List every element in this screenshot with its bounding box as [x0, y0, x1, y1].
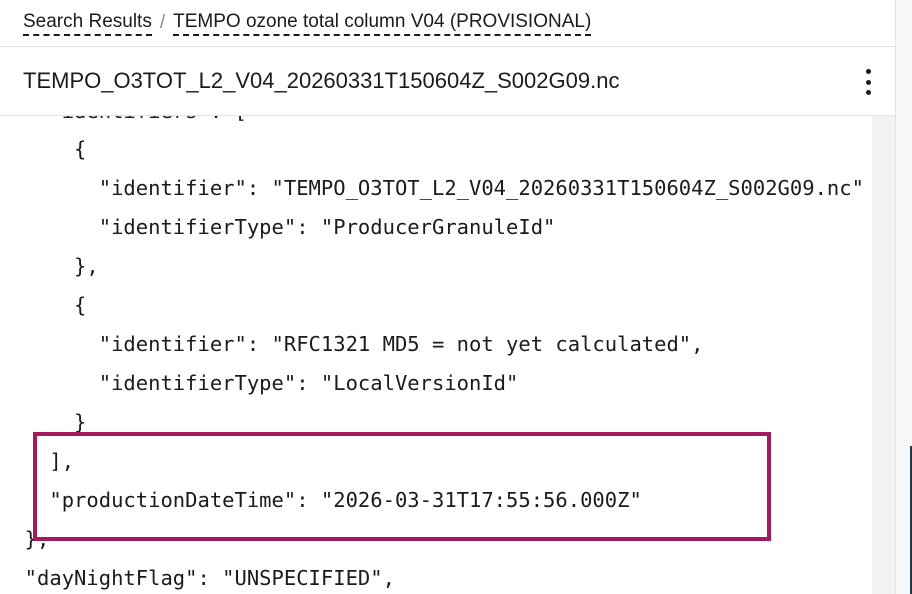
- breadcrumb-search-results-link[interactable]: Search Results: [23, 11, 152, 36]
- json-line: "identifierType": "LocalVersionId": [0, 371, 519, 395]
- json-line: },: [0, 254, 99, 278]
- json-line: "identifierType": "ProducerGranuleId": [0, 215, 556, 239]
- side-panel-edge: [895, 0, 912, 594]
- breadcrumb: Search Results / TEMPO ozone total colum…: [0, 0, 895, 46]
- highlight-annotation-box: [33, 432, 771, 541]
- json-line: "dayNightFlag": "UNSPECIFIED",: [0, 566, 395, 590]
- file-header: TEMPO_O3TOT_L2_V04_20260331T150604Z_S002…: [0, 46, 895, 116]
- scrollbar[interactable]: [872, 116, 895, 594]
- json-line: "identifier": "TEMPO_O3TOT_L2_V04_202603…: [0, 176, 864, 200]
- more-vertical-icon[interactable]: [861, 69, 875, 95]
- json-line: {: [0, 137, 87, 161]
- breadcrumb-collection-link[interactable]: TEMPO ozone total column V04 (PROVISIONA…: [173, 11, 592, 36]
- json-line: "identifiers": [: [0, 116, 246, 126]
- file-title: TEMPO_O3TOT_L2_V04_20260331T150604Z_S002…: [23, 68, 620, 93]
- json-line: {: [0, 293, 87, 317]
- json-line: "identifier": "RFC1321 MD5 = not yet cal…: [0, 332, 704, 356]
- breadcrumb-separator: /: [159, 12, 166, 33]
